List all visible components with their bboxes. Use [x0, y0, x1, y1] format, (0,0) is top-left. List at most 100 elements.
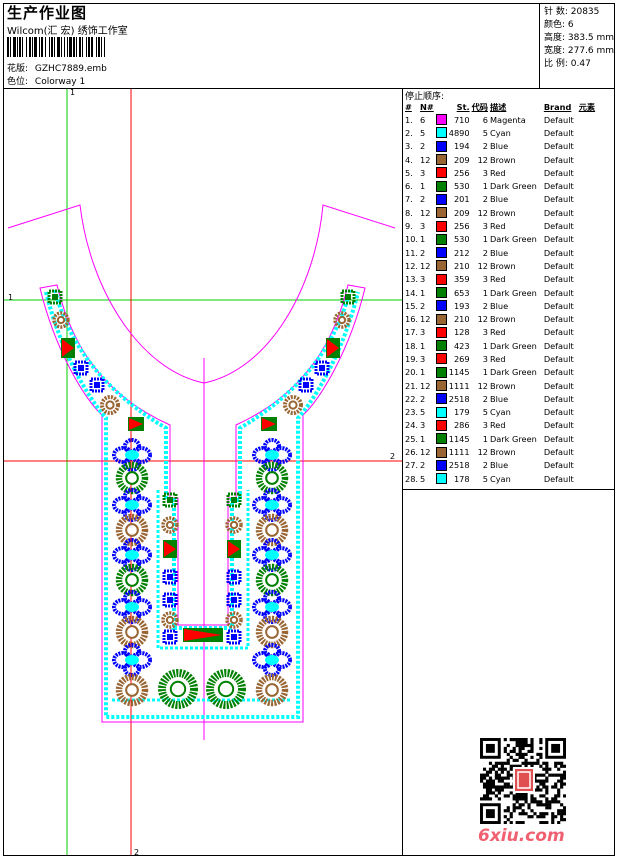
guide-label-h2: 2 [390, 452, 396, 461]
col-header-index: # [405, 102, 412, 112]
row-brand: Default [543, 154, 574, 165]
row-index: 22. [405, 393, 419, 404]
row-stitches: 710 [453, 114, 470, 125]
row-element [575, 406, 596, 419]
row-desc: Red [489, 420, 506, 431]
row-index: 8. [405, 207, 413, 218]
row-stitches: 530 [453, 234, 470, 245]
row-needle: 3 [420, 420, 426, 431]
row-swatch [435, 219, 448, 232]
row-brand: Default [543, 181, 574, 192]
row-brand: Default [543, 247, 574, 258]
row-needle: 5 [420, 473, 426, 484]
row-stitches: 2518 [448, 393, 470, 404]
row-brand: Default [543, 274, 574, 285]
row-code: 2 [482, 194, 488, 205]
row-index: 14. [405, 287, 419, 298]
row-brand: Default [543, 141, 574, 152]
row-swatch [435, 286, 448, 299]
row-index: 13. [405, 274, 419, 285]
pattern-value: GZHC7889.emb [34, 64, 107, 74]
row-element [575, 233, 596, 246]
row-element [575, 179, 596, 192]
row-index: 2. [405, 127, 413, 138]
row-stitches: 194 [453, 141, 470, 152]
color-swatch [435, 459, 447, 471]
row-desc: Brown [489, 380, 516, 391]
row-element [575, 419, 596, 432]
table-row: 20. 1 1145 1 Dark Green Default [404, 366, 596, 379]
row-swatch [435, 352, 448, 365]
row-swatch [435, 379, 448, 392]
color-swatch [435, 313, 447, 325]
row-swatch [435, 113, 448, 126]
row-swatch [435, 406, 448, 419]
table-row: 19. 3 269 3 Red Default [404, 352, 596, 365]
row-needle: 2 [420, 194, 426, 205]
row-brand: Default [543, 407, 574, 418]
row-element [575, 312, 596, 325]
table-row: 8. 12 209 12 Brown Default [404, 206, 596, 219]
table-bottom-divider [402, 489, 615, 490]
table-row: 2. 5 4890 5 Cyan Default [404, 126, 596, 139]
row-desc: Blue [489, 300, 509, 311]
col-header-swatch [435, 101, 448, 113]
row-stitches: 201 [453, 194, 470, 205]
row-element [575, 286, 596, 299]
row-code: 5 [482, 407, 488, 418]
row-code: 3 [482, 420, 488, 431]
row-swatch [435, 233, 448, 246]
table-row: 1. 6 710 6 Magenta Default [404, 113, 596, 126]
row-code: 1 [482, 287, 488, 298]
row-stitches: 210 [453, 260, 470, 271]
row-index: 12. [405, 260, 419, 271]
stats-divider [539, 3, 540, 88]
color-swatch [435, 154, 447, 166]
color-swatch [435, 193, 447, 205]
row-swatch [435, 206, 448, 219]
row-index: 6. [405, 181, 413, 192]
row-element [575, 246, 596, 259]
row-element [575, 432, 596, 445]
row-code: 1 [482, 367, 488, 378]
row-needle: 12 [420, 154, 431, 165]
row-stitches: 179 [453, 407, 470, 418]
row-desc: Cyan [489, 407, 511, 418]
row-brand: Default [543, 367, 574, 378]
row-element [575, 379, 596, 392]
row-index: 15. [405, 300, 419, 311]
row-stitches: 1111 [448, 447, 470, 458]
color-swatch [435, 247, 447, 259]
row-index: 20. [405, 367, 419, 378]
row-desc: Red [489, 327, 506, 338]
row-desc: Brown [489, 260, 516, 271]
color-swatch [435, 446, 447, 458]
color-swatch [435, 326, 447, 338]
row-index: 3. [405, 141, 413, 152]
row-stitches: 128 [453, 327, 470, 338]
row-index: 4. [405, 154, 413, 165]
row-brand: Default [543, 287, 574, 298]
row-desc: Magenta [489, 114, 526, 125]
row-brand: Default [543, 234, 574, 245]
row-brand: Default [543, 433, 574, 444]
row-element [575, 259, 596, 272]
table-body: 1. 6 710 6 Magenta Default 2. 5 4890 5 Cyan Default… [404, 113, 596, 485]
qr-code [480, 738, 566, 824]
table-row: 12. 12 210 12 Brown Default [404, 259, 596, 272]
pattern-label: 花版: [7, 64, 29, 74]
table-row: 10. 1 530 1 Dark Green Default [404, 233, 596, 246]
row-index: 24. [405, 420, 419, 431]
table-row: 14. 1 653 1 Dark Green Default [404, 286, 596, 299]
guide-label-v1: 1 [70, 88, 76, 97]
row-index: 27. [405, 460, 419, 471]
row-stitches: 1145 [448, 433, 470, 444]
row-swatch [435, 246, 448, 259]
row-needle: 2 [420, 393, 426, 404]
color-swatch [435, 419, 447, 431]
row-stitches: 530 [453, 181, 470, 192]
guide-label-h1: 1 [8, 293, 14, 302]
row-stitches: 193 [453, 300, 470, 311]
row-element [575, 445, 596, 458]
stat-colors: 颜色: 6 [544, 20, 574, 30]
